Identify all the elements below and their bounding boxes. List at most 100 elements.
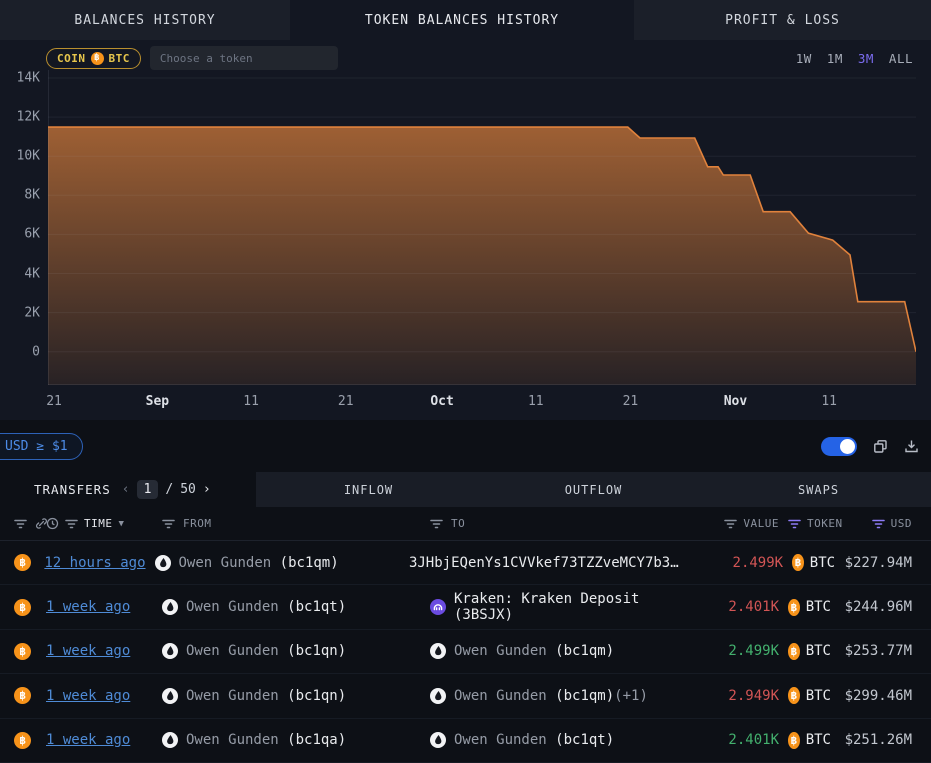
y-axis-label: 6K bbox=[24, 227, 40, 242]
range-button-3m[interactable]: 3M bbox=[858, 51, 874, 66]
pager-total-pages: 50 bbox=[180, 482, 196, 497]
pager-next-icon[interactable]: › bbox=[203, 482, 211, 497]
btc-icon: ฿ bbox=[14, 687, 31, 704]
column-header-time[interactable]: TIME bbox=[84, 517, 113, 530]
filter-icon[interactable] bbox=[162, 519, 175, 529]
token-symbol: BTC bbox=[806, 732, 831, 748]
usd-value: $299.46M bbox=[845, 688, 912, 704]
btc-icon: ฿ bbox=[14, 554, 31, 571]
tab-outflow[interactable]: OUTFLOW bbox=[481, 472, 706, 507]
btc-icon: ฿ bbox=[14, 643, 31, 660]
range-button-1w[interactable]: 1W bbox=[796, 51, 812, 66]
from-entity-link[interactable]: Owen Gunden (bc1qa) bbox=[186, 732, 346, 748]
column-header-from[interactable]: FROM bbox=[183, 517, 212, 530]
transfers-bar: TRANSFERS ‹ 1 / 50 › INFLOWOUTFLOWSWAPS bbox=[0, 472, 931, 507]
copy-icon[interactable] bbox=[873, 439, 888, 454]
tab-swaps[interactable]: SWAPS bbox=[706, 472, 931, 507]
btc-icon: ฿ bbox=[788, 732, 800, 749]
filter-icon[interactable] bbox=[65, 519, 78, 529]
pager-prev-icon[interactable]: ‹ bbox=[122, 482, 130, 497]
x-axis-label: 11 bbox=[528, 394, 544, 409]
from-entity-link[interactable]: Owen Gunden (bc1qn) bbox=[186, 688, 346, 704]
filter-bar: USD ≥ $1 bbox=[0, 420, 931, 472]
table-row: ฿ 12 hours ago Owen Gunden (bc1qm) 3JHbjEQe… bbox=[0, 541, 931, 585]
tab-inflow[interactable]: INFLOW bbox=[256, 472, 481, 507]
tab-profit-loss[interactable]: PROFIT & LOSS bbox=[634, 0, 931, 40]
y-axis-label: 4K bbox=[24, 266, 40, 281]
to-entity-link[interactable]: Owen Gunden (bc1qt) bbox=[454, 732, 614, 748]
usd-value: $251.26M bbox=[845, 732, 912, 748]
usd-value: $253.77M bbox=[845, 643, 912, 659]
column-header-to[interactable]: TO bbox=[451, 517, 465, 530]
column-header-usd[interactable]: USD bbox=[891, 517, 912, 530]
to-entity-link[interactable]: Kraken: Kraken Deposit (3BSJX) bbox=[454, 591, 669, 623]
table-row: ฿ 1 week ago Owen Gunden (bc1qt) Kraken: Kr… bbox=[0, 585, 931, 629]
from-entity-link[interactable]: Owen Gunden (bc1qt) bbox=[186, 599, 346, 615]
table-row: ฿ 1 week ago Owen Gunden (bc1qa) Owen Gunde… bbox=[0, 719, 931, 763]
area-fill bbox=[48, 127, 916, 385]
x-axis-label: Nov bbox=[724, 394, 747, 409]
filter-icon[interactable] bbox=[872, 519, 885, 529]
transaction-time-link[interactable]: 12 hours ago bbox=[44, 555, 145, 571]
y-axis-label: 8K bbox=[24, 188, 40, 203]
filter-icon[interactable] bbox=[14, 519, 27, 529]
top-tab-bar: BALANCES HISTORYTOKEN BALANCES HISTORYPR… bbox=[0, 0, 931, 40]
y-axis-label: 2K bbox=[24, 305, 40, 320]
usd-value: $244.96M bbox=[845, 599, 912, 615]
column-header-value[interactable]: VALUE bbox=[743, 517, 779, 530]
from-entity-link[interactable]: Owen Gunden (bc1qn) bbox=[186, 643, 346, 659]
tab-token-balances-history[interactable]: TOKEN BALANCES HISTORY bbox=[290, 0, 634, 40]
chevron-down-icon[interactable]: ▼ bbox=[119, 519, 125, 529]
usd-filter-badge[interactable]: USD ≥ $1 bbox=[0, 433, 83, 460]
chart-controls-row: COIN ฿ BTC 1W 1M 3M ALL bbox=[0, 40, 931, 70]
transaction-time-link[interactable]: 1 week ago bbox=[46, 643, 130, 659]
transfer-value: 2.499K bbox=[728, 643, 779, 659]
filter-icon[interactable] bbox=[430, 519, 443, 529]
from-entity-link[interactable]: Owen Gunden (bc1qm) bbox=[179, 555, 339, 571]
btc-icon: ฿ bbox=[788, 599, 800, 616]
filter-icon[interactable] bbox=[788, 519, 801, 529]
btc-icon: ฿ bbox=[792, 554, 804, 571]
transaction-time-link[interactable]: 1 week ago bbox=[46, 732, 130, 748]
btc-icon: ฿ bbox=[14, 599, 31, 616]
entity-drop-icon bbox=[155, 555, 171, 571]
transaction-time-link[interactable]: 1 week ago bbox=[46, 599, 130, 615]
download-icon[interactable] bbox=[904, 439, 919, 454]
entity-drop-icon bbox=[430, 688, 446, 704]
x-axis-label: 21 bbox=[46, 394, 62, 409]
transfer-value: 2.401K bbox=[728, 732, 779, 748]
range-button-1m[interactable]: 1M bbox=[827, 51, 843, 66]
btc-icon: ฿ bbox=[14, 732, 31, 749]
x-axis: 21Sep1121Oct1121Nov11 bbox=[48, 385, 916, 420]
transfer-value: 2.401K bbox=[728, 599, 779, 615]
tab-balances-history[interactable]: BALANCES HISTORY bbox=[0, 0, 290, 40]
btc-icon: ฿ bbox=[91, 52, 104, 65]
token-symbol: BTC bbox=[810, 555, 835, 571]
token-symbol: BTC bbox=[806, 688, 831, 704]
pager-current-page: 1 bbox=[137, 480, 159, 499]
range-button-all[interactable]: ALL bbox=[889, 51, 913, 66]
x-axis-label: Oct bbox=[430, 394, 453, 409]
transaction-time-link[interactable]: 1 week ago bbox=[46, 688, 130, 704]
entity-drop-icon bbox=[162, 732, 178, 748]
clock-icon[interactable] bbox=[46, 517, 59, 530]
table-header: TIME ▼ FROM TO VALUE TOKEN USD bbox=[0, 507, 931, 541]
address-link[interactable]: 3JHbjEQenYs1CVVkef73TZZveMCY7b3… bbox=[409, 555, 679, 571]
transfer-value: 2.499K bbox=[733, 555, 784, 571]
y-axis-label: 12K bbox=[17, 110, 40, 125]
btc-icon: ฿ bbox=[788, 687, 800, 704]
coin-filter-chip[interactable]: COIN ฿ BTC bbox=[46, 48, 141, 69]
chart-section: COIN ฿ BTC 1W1M3MALL 14K12K10K8K6K4K2K0 … bbox=[0, 40, 931, 420]
usd-toggle[interactable] bbox=[821, 437, 857, 456]
entity-drop-icon bbox=[162, 688, 178, 704]
to-entity-link[interactable]: Owen Gunden (bc1qm) bbox=[454, 643, 614, 659]
balance-area-chart[interactable] bbox=[48, 70, 916, 385]
y-axis: 14K12K10K8K6K4K2K0 bbox=[0, 70, 42, 385]
pager-separator: / bbox=[165, 482, 173, 497]
x-axis-label: Sep bbox=[146, 394, 169, 409]
tab-transfers[interactable]: TRANSFERS bbox=[34, 482, 111, 497]
to-entity-link[interactable]: Owen Gunden (bc1qm)(+1) bbox=[454, 688, 648, 704]
transfers-table-body: ฿ 12 hours ago Owen Gunden (bc1qm) 3JHbjEQe… bbox=[0, 541, 931, 763]
token-search-input[interactable] bbox=[150, 46, 338, 70]
filter-icon[interactable] bbox=[724, 519, 737, 529]
